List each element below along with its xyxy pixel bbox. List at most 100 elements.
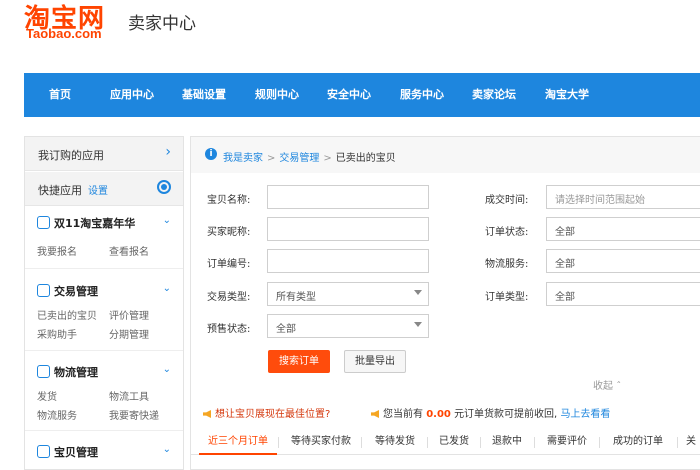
sidebar-link-logistics-service[interactable]: 物流服务 <box>37 407 77 422</box>
presale-status-value: 全部 <box>276 324 296 335</box>
chevron-down-icon[interactable]: ⌄ <box>163 364 171 375</box>
tab-divider <box>361 437 362 448</box>
order-tabs: 近三个月订单 等待买家付款 等待发货 已发货 退款中 需要评价 成功的订单 关 <box>191 429 700 455</box>
sidebar-my-apps-label: 我订购的应用 <box>38 149 104 162</box>
collapse-label: 收起 <box>593 381 613 392</box>
logistics-service-value: 全部 <box>555 259 575 270</box>
sidebar-quick-apps: 快捷应用 设置 <box>25 172 183 206</box>
quick-apps-settings-link[interactable]: 设置 <box>88 186 108 197</box>
deal-time-label: 成交时间: <box>485 195 529 206</box>
sidebar-link-reviews[interactable]: 评价管理 <box>109 307 149 322</box>
nav-item-service[interactable]: 服务中心 <box>400 73 444 117</box>
sidebar-section-title[interactable]: 交易管理 <box>37 283 98 299</box>
order-no-label: 订单编号: <box>207 259 251 270</box>
order-status-value: 全部 <box>555 227 575 238</box>
truck-icon <box>37 365 50 378</box>
order-type-label: 订单类型: <box>485 292 529 303</box>
deal-time-start-input[interactable]: 请选择时间范围起始 <box>546 185 700 209</box>
item-name-input[interactable] <box>267 185 429 209</box>
buyer-nick-input[interactable] <box>267 217 429 241</box>
sidebar: 我订购的应用 › 快捷应用 设置 双11淘宝嘉年华 ⌄ 我要报名 查看报名 交易管… <box>24 136 184 470</box>
promo-notice[interactable]: 想让宝贝展现在最佳位置? <box>203 405 330 420</box>
tab-closed[interactable]: 关 <box>681 429 700 455</box>
chevron-down-icon[interactable]: ⌄ <box>163 283 171 294</box>
festival-icon <box>37 216 50 229</box>
tab-awaiting-payment[interactable]: 等待买家付款 <box>283 429 359 455</box>
chevron-down-icon[interactable]: ⌄ <box>163 215 171 226</box>
nav-item-basic-settings[interactable]: 基础设置 <box>182 73 226 117</box>
shirt-icon <box>37 445 50 458</box>
gear-icon[interactable] <box>157 180 171 194</box>
nav-item-home[interactable]: 首页 <box>49 73 71 117</box>
notice-bar: 想让宝贝展现在最佳位置? 您当前有 0.00 元订单货款可提前收回, 马上去看看 <box>191 399 700 427</box>
tab-shipped[interactable]: 已发货 <box>431 429 477 455</box>
buyer-nick-label: 买家昵称: <box>207 227 251 238</box>
logistics-service-select[interactable]: 全部 <box>546 249 700 273</box>
order-no-input[interactable] <box>267 249 429 273</box>
search-orders-button[interactable]: 搜索订单 <box>268 350 330 373</box>
go-see-link[interactable]: 马上去看看 <box>560 409 610 420</box>
tab-divider <box>534 437 535 448</box>
payment-notice: 您当前有 0.00 元订单货款可提前收回, 马上去看看 <box>371 405 610 420</box>
sidebar-link-purchase-assistant[interactable]: 采购助手 <box>37 326 77 341</box>
sidebar-section-logistics: 物流管理 ⌄ 发货 物流工具 物流服务 我要寄快递 <box>25 351 183 431</box>
sidebar-link-installments[interactable]: 分期管理 <box>109 326 149 341</box>
dropdown-arrow-icon <box>414 322 422 327</box>
sidebar-section-double11: 双11淘宝嘉年华 ⌄ 我要报名 查看报名 <box>25 207 183 269</box>
tab-needs-review[interactable]: 需要评价 <box>538 429 596 455</box>
tab-divider <box>480 437 481 448</box>
sidebar-link-signup[interactable]: 我要报名 <box>37 243 77 258</box>
trade-type-select[interactable]: 所有类型 <box>267 282 429 306</box>
sidebar-section-title[interactable]: 物流管理 <box>37 364 98 380</box>
speaker-icon <box>371 410 379 418</box>
sidebar-my-apps[interactable]: 我订购的应用 › <box>25 137 183 171</box>
sidebar-section-title[interactable]: 双11淘宝嘉年华 <box>37 215 135 231</box>
sidebar-section-title[interactable]: 宝贝管理 <box>37 444 98 460</box>
tab-awaiting-shipment[interactable]: 等待发货 <box>365 429 425 455</box>
batch-export-button[interactable]: 批量导出 <box>344 350 406 373</box>
order-status-select[interactable]: 全部 <box>546 217 700 241</box>
chevron-right-icon: › <box>165 144 171 160</box>
speaker-icon <box>203 410 211 418</box>
breadcrumb-current: 已卖出的宝贝 <box>335 153 396 164</box>
sidebar-link-view-signup[interactable]: 查看报名 <box>109 243 149 258</box>
tab-divider <box>278 437 279 448</box>
nav-item-rules[interactable]: 规则中心 <box>255 73 299 117</box>
tab-recent-3-months[interactable]: 近三个月订单 <box>199 429 277 455</box>
collapse-toggle[interactable]: 收起 ˆ <box>593 377 621 392</box>
order-type-value: 全部 <box>555 292 575 303</box>
dropdown-arrow-icon <box>414 290 422 295</box>
item-name-label: 宝贝名称: <box>207 195 251 206</box>
tab-successful-orders[interactable]: 成功的订单 <box>603 429 673 455</box>
main-panel: i 我是卖家 > 交易管理 > 已卖出的宝贝 宝贝名称: 买家昵称: 订单编号: 交易类… <box>190 136 700 470</box>
presale-status-label: 预售状态: <box>207 324 251 335</box>
sidebar-link-sold-items[interactable]: 已卖出的宝贝 <box>37 307 97 322</box>
chevron-up-icon: ˆ <box>616 381 622 392</box>
breadcrumb-seller[interactable]: 我是卖家 <box>223 153 263 164</box>
nav-item-forum[interactable]: 卖家论坛 <box>472 73 516 117</box>
top-nav: 首页 应用中心 基础设置 规则中心 安全中心 服务中心 卖家论坛 淘宝大学 <box>24 73 700 117</box>
sidebar-section-trade: 交易管理 ⌄ 已卖出的宝贝 评价管理 采购助手 分期管理 <box>25 269 183 351</box>
tab-divider <box>599 437 600 448</box>
presale-status-select[interactable]: 全部 <box>267 314 429 338</box>
sidebar-link-send-express[interactable]: 我要寄快递 <box>109 407 159 422</box>
tab-divider <box>427 437 428 448</box>
order-status-label: 订单状态: <box>485 227 529 238</box>
nav-item-security[interactable]: 安全中心 <box>327 73 371 117</box>
trade-icon <box>37 284 50 297</box>
chevron-down-icon[interactable]: ⌄ <box>163 444 171 455</box>
tab-refunding[interactable]: 退款中 <box>484 429 530 455</box>
page-title: 卖家中心 <box>128 14 196 34</box>
breadcrumb: i 我是卖家 > 交易管理 > 已卖出的宝贝 <box>191 137 700 173</box>
trade-type-label: 交易类型: <box>207 292 251 303</box>
breadcrumb-separator: > <box>323 153 332 164</box>
sidebar-quick-apps-label: 快捷应用 设置 <box>38 184 108 197</box>
taobao-logo-subtitle: Taobao.com <box>26 26 102 41</box>
nav-item-app-center[interactable]: 应用中心 <box>110 73 154 117</box>
tab-divider <box>677 437 678 448</box>
nav-item-university[interactable]: 淘宝大学 <box>545 73 589 117</box>
breadcrumb-trade[interactable]: 交易管理 <box>279 153 319 164</box>
sidebar-link-ship[interactable]: 发货 <box>37 388 57 403</box>
order-type-select[interactable]: 全部 <box>546 282 700 306</box>
sidebar-link-logistics-tools[interactable]: 物流工具 <box>109 388 149 403</box>
